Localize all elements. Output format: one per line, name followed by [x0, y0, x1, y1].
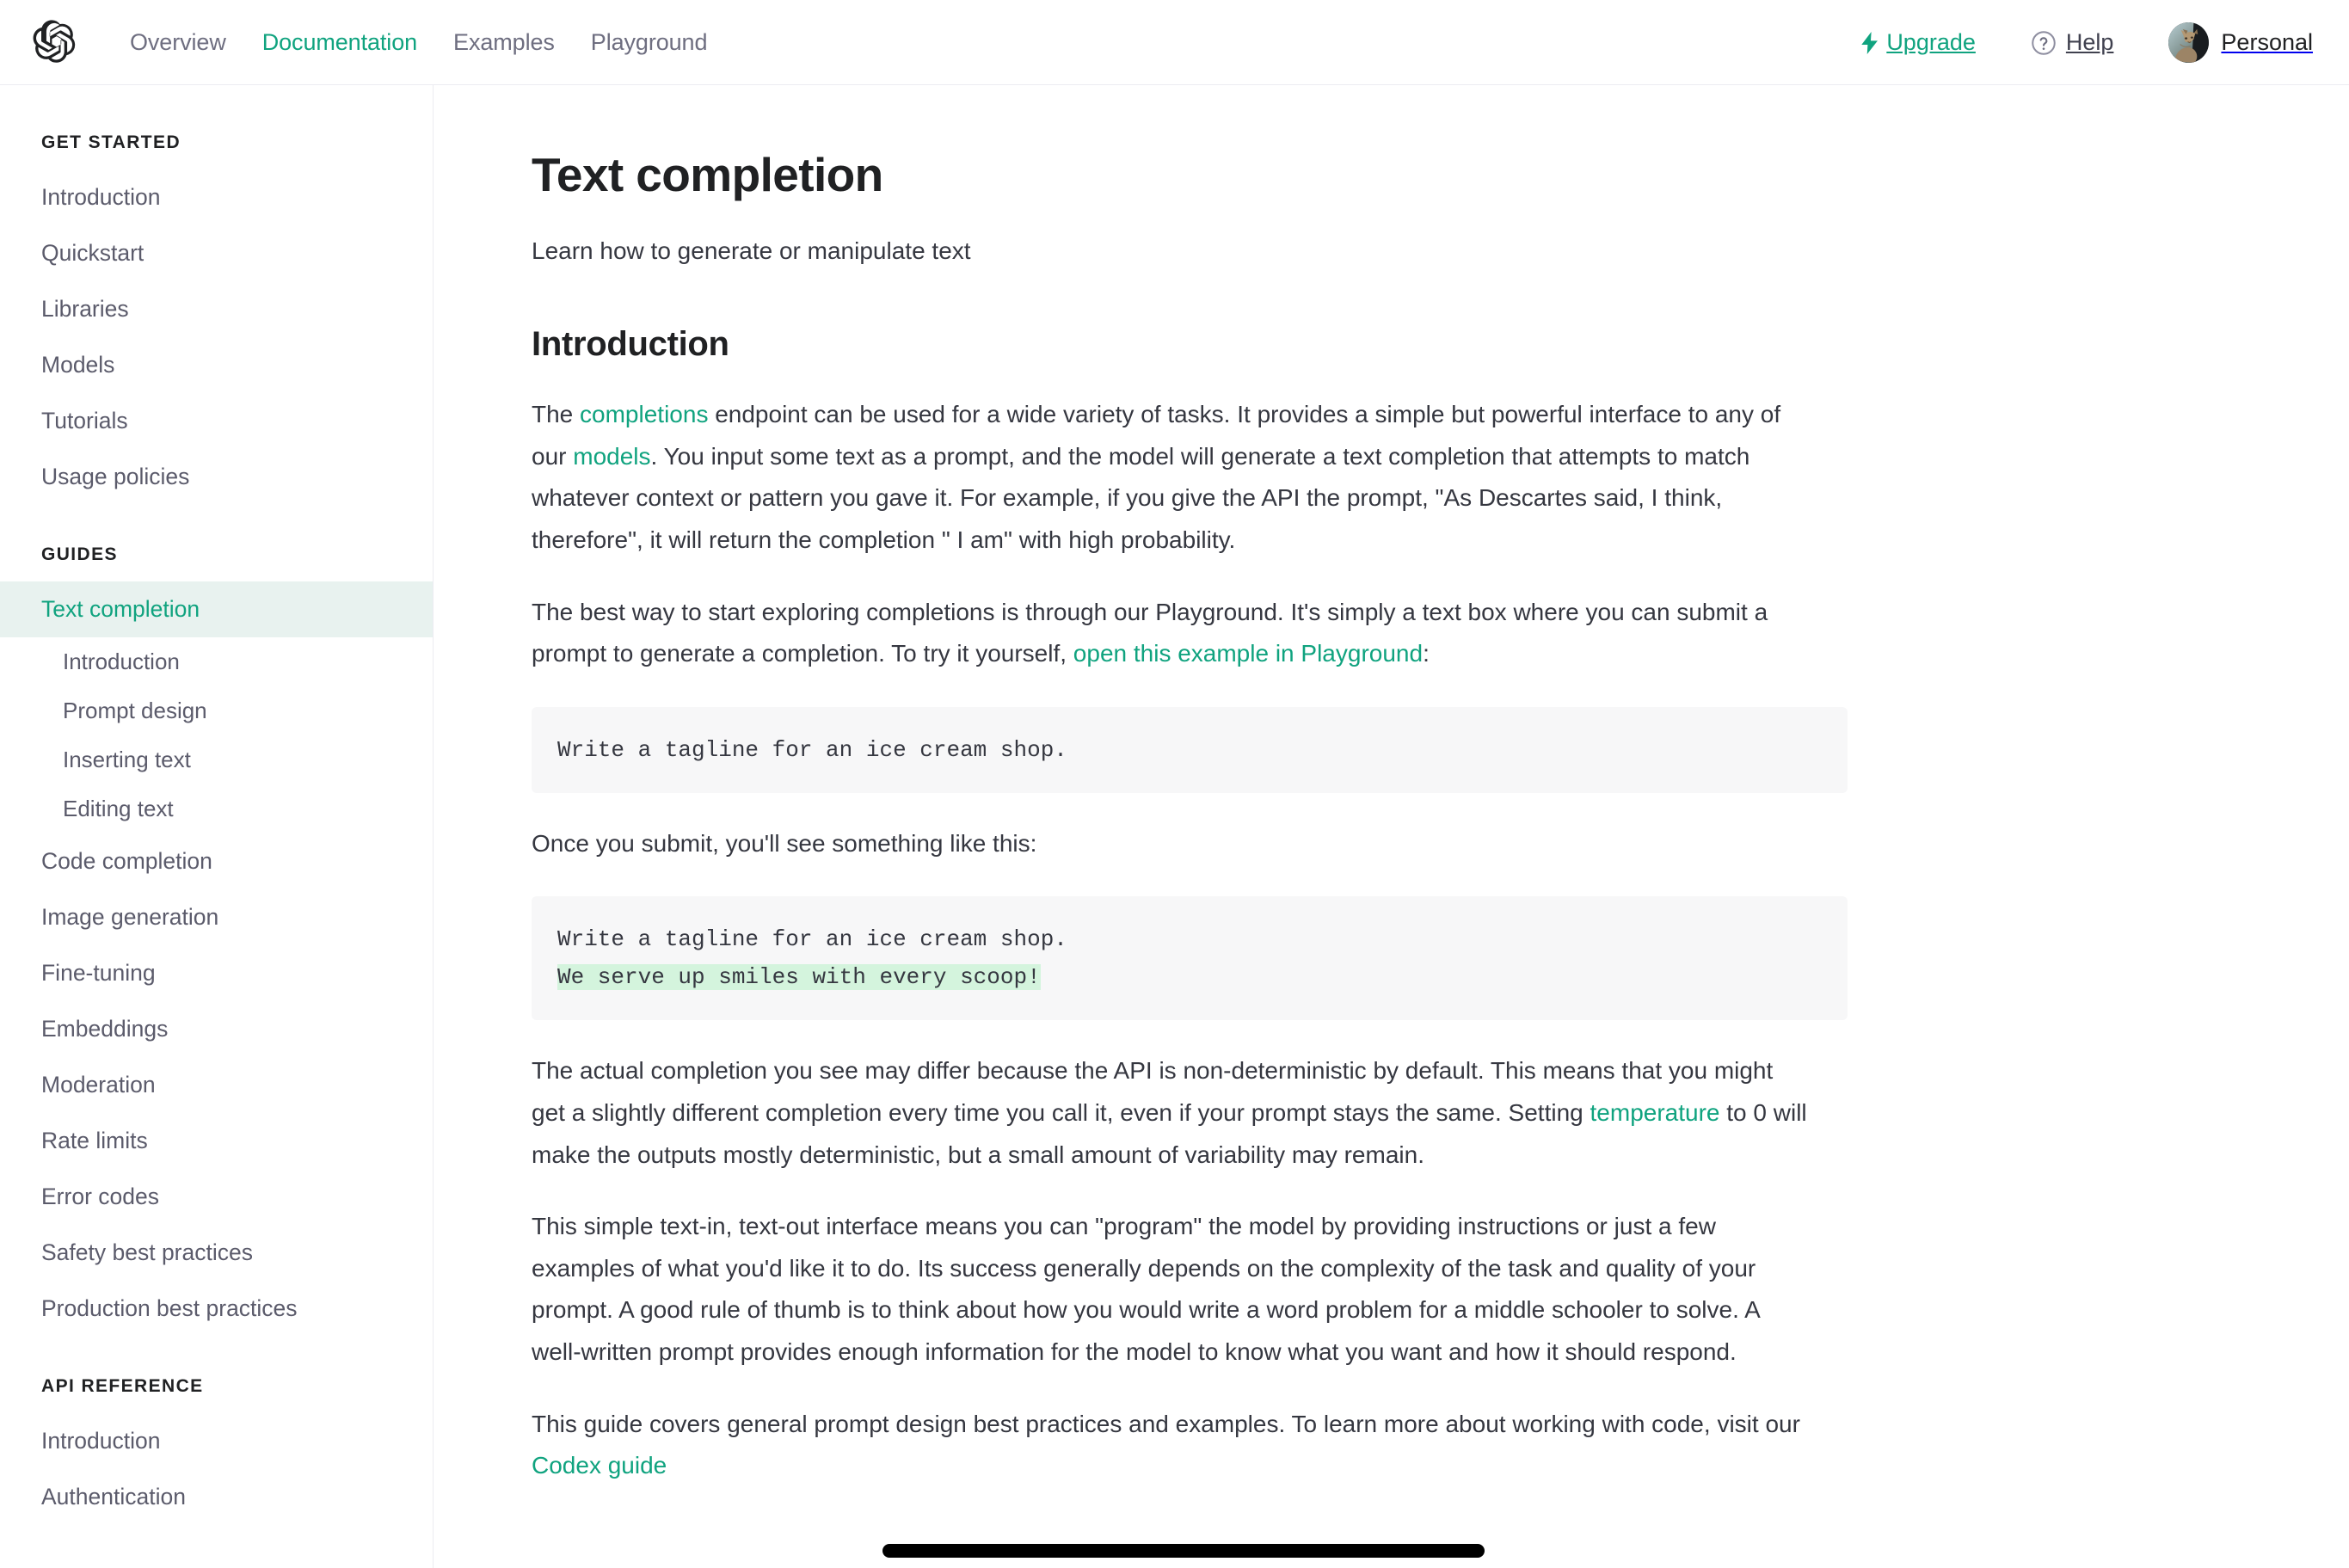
sidebar-section-title-get-started: GET STARTED: [41, 132, 181, 152]
nav-item-documentation[interactable]: Documentation: [244, 24, 435, 61]
main-content: Text completion Learn how to generate or…: [434, 85, 2349, 1568]
nav-item-playground[interactable]: Playground: [573, 24, 726, 61]
code-completion-line: We serve up smiles with every scoop!: [557, 964, 1041, 991]
sidebar-item-usage-policies[interactable]: Usage policies: [0, 449, 433, 505]
upgrade-button[interactable]: Upgrade: [1847, 24, 1989, 61]
help-label: Help: [2065, 29, 2114, 55]
sidebar-subitem-prompt-design[interactable]: Prompt design: [0, 686, 433, 735]
page-title: Text completion: [532, 148, 883, 201]
sidebar-item-models[interactable]: Models: [0, 337, 433, 393]
bolt-icon: [1860, 31, 1879, 54]
paragraph-guide-coverage: This guide covers general prompt design …: [532, 1404, 1811, 1487]
code-block-prompt-and-completion: Write a tagline for an ice cream shop. W…: [532, 896, 1848, 1021]
sidebar-section-title-api-reference: API REFERENCE: [41, 1376, 204, 1396]
text-fragment: The: [532, 401, 581, 428]
text-fragment: . You input some text as a prompt, and t…: [532, 442, 1750, 554]
avatar: [2168, 22, 2210, 63]
sidebar-item-code-completion[interactable]: Code completion: [0, 833, 433, 889]
code-prompt-line: Write a tagline for an ice cream shop.: [557, 926, 1067, 953]
sidebar-item-production-best-practices[interactable]: Production best practices: [0, 1281, 433, 1337]
help-button[interactable]: Help: [2014, 24, 2131, 61]
sidebar-item-api-introduction[interactable]: Introduction: [0, 1413, 433, 1469]
page-subtitle: Learn how to generate or manipulate text: [532, 237, 971, 265]
nav-item-examples[interactable]: Examples: [435, 24, 573, 61]
upgrade-label: Upgrade: [1886, 29, 1976, 55]
sidebar-item-authentication[interactable]: Authentication: [0, 1469, 433, 1525]
paragraph-text-in-text-out: This simple text-in, text-out interface …: [532, 1213, 1760, 1365]
link-completions[interactable]: completions: [580, 401, 708, 427]
openai-logo-icon[interactable]: [33, 19, 79, 65]
sidebar-section-title-guides: GUIDES: [41, 544, 118, 564]
sidebar-subitem-editing-text[interactable]: Editing text: [0, 784, 433, 833]
paragraph-once-you-submit: Once you submit, you'll see something li…: [532, 829, 1037, 857]
link-codex-guide[interactable]: Codex guide: [532, 1452, 667, 1479]
sidebar-item-text-completion[interactable]: Text completion: [0, 581, 433, 637]
sidebar-subitem-inserting-text[interactable]: Inserting text: [0, 735, 433, 784]
sidebar-item-tutorials[interactable]: Tutorials: [0, 393, 433, 449]
sidebar-item-introduction[interactable]: Introduction: [0, 169, 433, 225]
primary-nav: Overview Documentation Examples Playgrou…: [112, 24, 725, 61]
section-heading-introduction: Introduction: [532, 325, 729, 364]
link-temperature[interactable]: temperature: [1590, 1099, 1720, 1126]
nav-item-overview[interactable]: Overview: [112, 24, 244, 61]
paragraph-introduction: The completions endpoint can be used for…: [532, 394, 1811, 561]
link-models[interactable]: models: [573, 443, 650, 470]
paragraph-playground: The best way to start exploring completi…: [532, 592, 1811, 675]
sidebar-item-moderation[interactable]: Moderation: [0, 1057, 433, 1113]
account-menu-button[interactable]: Personal: [2163, 19, 2318, 66]
sidebar-item-rate-limits[interactable]: Rate limits: [0, 1113, 433, 1169]
text-fragment: :: [1423, 640, 1430, 667]
top-navigation-bar: Overview Documentation Examples Playgrou…: [0, 0, 2349, 85]
top-right-actions: Upgrade Help Personal: [1847, 0, 2318, 85]
question-circle-icon: [2031, 30, 2057, 56]
sidebar-item-embeddings[interactable]: Embeddings: [0, 1001, 433, 1057]
text-fragment: The actual completion you see may differ…: [532, 1057, 1774, 1126]
paragraph-non-determinism: The actual completion you see may differ…: [532, 1050, 1811, 1176]
docs-sidebar[interactable]: GET STARTED Introduction Quickstart Libr…: [0, 85, 434, 1568]
code-block-prompt: Write a tagline for an ice cream shop.: [532, 706, 1848, 793]
sidebar-item-error-codes[interactable]: Error codes: [0, 1169, 433, 1225]
link-open-example-in-playground[interactable]: open this example in Playground: [1073, 640, 1423, 667]
sidebar-item-image-generation[interactable]: Image generation: [0, 889, 433, 945]
sidebar-item-safety-best-practices[interactable]: Safety best practices: [0, 1225, 433, 1281]
sidebar-item-fine-tuning[interactable]: Fine-tuning: [0, 945, 433, 1001]
sidebar-item-libraries[interactable]: Libraries: [0, 281, 433, 337]
sidebar-item-quickstart[interactable]: Quickstart: [0, 225, 433, 281]
sidebar-subitem-introduction[interactable]: Introduction: [0, 637, 433, 686]
text-fragment: This guide covers general prompt design …: [532, 1410, 1800, 1437]
account-label: Personal: [2221, 29, 2313, 55]
